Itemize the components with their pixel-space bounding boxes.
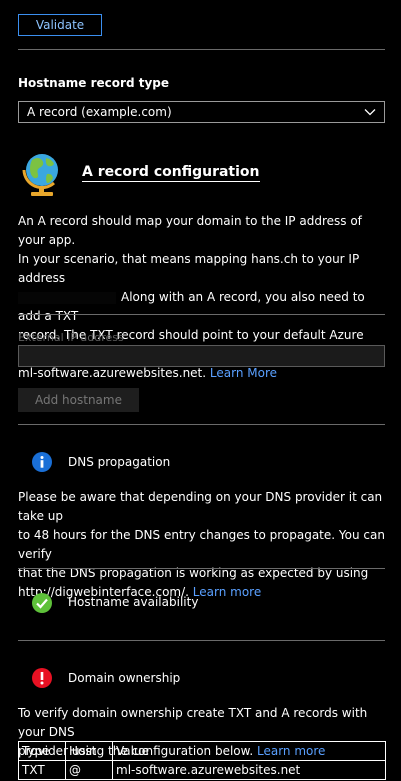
column-header-value: Value xyxy=(112,741,386,761)
dns-propagation-line: Please be aware that depending on your D… xyxy=(18,490,383,523)
add-hostname-button[interactable]: Add hostname xyxy=(18,388,139,412)
divider xyxy=(18,640,385,641)
globe-icon xyxy=(22,154,58,196)
external-ip-placeholder: External IP address xyxy=(18,331,124,344)
checkmark-icon xyxy=(32,593,52,613)
dns-records-table: Type Host Value TXT @ ml-software.azurew… xyxy=(18,741,386,780)
domain-ownership-title: Domain ownership xyxy=(68,671,181,685)
column-header-type: Type xyxy=(18,741,66,761)
hostname-availability-title: Hostname availability xyxy=(68,595,199,609)
dns-propagation-description: Please be aware that depending on your D… xyxy=(18,488,386,602)
cell-value: ml-software.azurewebsites.net xyxy=(112,760,386,780)
chevron-down-icon xyxy=(364,109,376,116)
record-type-label: Hostname record type xyxy=(18,76,170,90)
cell-host: @ xyxy=(65,760,113,780)
table-header-row: Type Host Value xyxy=(18,741,386,761)
learn-more-link[interactable]: Learn More xyxy=(210,366,277,380)
divider xyxy=(18,568,385,569)
record-type-select[interactable]: A record (example.com) xyxy=(18,101,385,123)
divider xyxy=(18,314,385,315)
column-header-host: Host xyxy=(65,741,113,761)
divider xyxy=(18,424,385,425)
cell-type: TXT xyxy=(18,760,66,780)
a-record-line: An A record should map your domain to th… xyxy=(18,214,362,247)
error-icon xyxy=(32,668,52,688)
divider xyxy=(18,49,385,50)
external-ip-input[interactable] xyxy=(18,345,385,367)
dns-propagation-title: DNS propagation xyxy=(68,455,171,469)
info-icon xyxy=(32,452,52,472)
dns-propagation-line: that the DNS propagation is working as e… xyxy=(18,566,369,580)
dns-propagation-line: to 48 hours for the DNS entry changes to… xyxy=(18,528,385,561)
validate-button[interactable]: Validate xyxy=(18,14,102,36)
a-record-heading[interactable]: A record configuration xyxy=(82,164,260,182)
record-type-selected: A record (example.com) xyxy=(27,105,172,119)
a-record-line: In your scenario, that means mapping han… xyxy=(18,252,360,285)
table-row: TXT @ ml-software.azurewebsites.net xyxy=(18,760,386,780)
learn-more-link[interactable]: Learn more xyxy=(193,585,261,599)
redacted-ip xyxy=(18,291,116,304)
a-record-line: Along with an A record, you also need to… xyxy=(18,290,365,323)
domain-ownership-line: To verify domain ownership create TXT an… xyxy=(18,706,368,739)
